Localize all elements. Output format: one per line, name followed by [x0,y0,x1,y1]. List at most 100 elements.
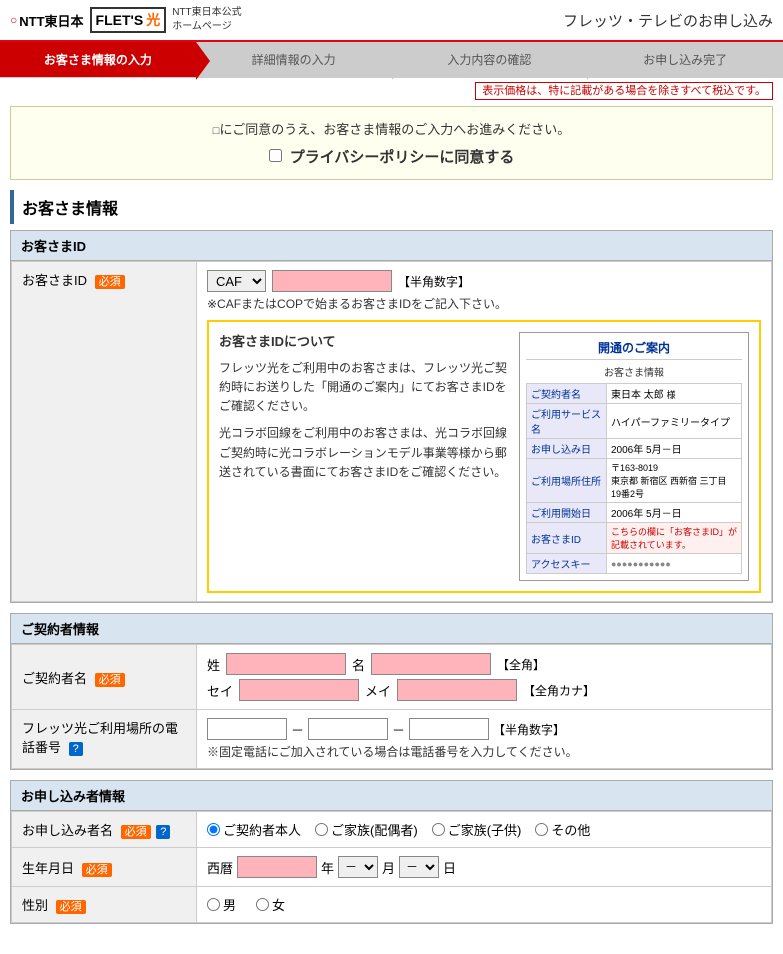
phone-label-cell: フレッツ光ご利用場所の電話番号 ? [12,710,197,769]
phone-hint: 【半角数字】 [493,721,565,738]
mei-input[interactable] [371,653,491,675]
phone-separator-1: － [291,720,304,739]
phone-help-badge[interactable]: ? [69,742,83,756]
mei-kana-label: メイ [365,681,391,700]
applicant-block: お申し込み者情報 お申し込み者名 必須 ? ご契約者本人 [10,780,773,924]
applicant-name-label-cell: お申し込み者名 必須 ? [12,812,197,848]
applicant-required-badge: 必須 [121,825,151,839]
sei-kana-label: セイ [207,681,233,700]
step-1: お客さま情報の入力 [0,42,196,77]
customer-id-info-box: お客さまIDについて フレッツ光をご利用中のお客さまは、フレッツ光ご契約時にお送… [207,320,761,593]
day-suffix: 日 [443,858,456,877]
radio-other[interactable]: その他 [535,820,590,839]
radio-contractor[interactable]: ご契約者本人 [207,820,301,839]
gender-radio-group: 男 女 [207,895,761,914]
customer-id-input-row: CAF COP 【半角数字】 [207,270,761,292]
step-2: 詳細情報の入力 [196,42,392,77]
card-subtitle: お客さま情報 [526,364,742,379]
steps-bar: お客さま情報の入力 詳細情報の入力 入力内容の確認 お申し込み完了 [0,42,783,78]
caf-note: ※CAFまたはCOPで始まるお客さまIDをご記入下さい。 [207,295,761,312]
customer-id-input[interactable] [272,270,392,292]
card-title: 開通のご案内 [526,339,742,360]
name-value-cell: 姓 名 【全角】 セイ メイ 【全角カナ】 [197,645,772,710]
applicant-help-badge[interactable]: ? [156,825,170,839]
customer-id-value-cell: CAF COP 【半角数字】 ※CAFまたはCOPで始まるお客さまIDをご記入下… [197,262,772,602]
half-kana-hint: 【半角数字】 [398,273,470,290]
gender-required-badge: 必須 [56,900,86,914]
flets-logo: FLET'S 光 [90,7,167,33]
applicant-table: お申し込み者名 必須 ? ご契約者本人 ご家族(配偶者) [11,811,772,923]
sei-label: 姓 [207,655,220,674]
page-title: フレッツ・テレビのお申し込み [563,10,773,31]
info-title: お客さまIDについて [219,332,509,353]
phone-input-row: － － 【半角数字】 [207,718,761,740]
mei-label: 名 [352,655,365,674]
step-arrow-2 [392,42,406,80]
year-input[interactable] [237,856,317,878]
sei-kana-mei-kana-row: セイ メイ 【全角カナ】 [207,679,761,701]
customer-id-table: お客さまID 必須 CAF COP 【半角数字】 ※CAFまたはCOPで始まるお… [11,261,772,602]
phone-input-3[interactable] [409,718,489,740]
applicant-section-header: お申し込み者情報 [11,781,772,811]
applicant-name-value-cell: ご契約者本人 ご家族(配偶者) ご家族(子供) その他 [197,812,772,848]
customer-id-section-header: お客さまID [11,231,772,261]
contractor-section-header: ご契約者情報 [11,614,772,644]
sei-mei-row: 姓 名 【全角】 [207,653,761,675]
info-card: 開通のご案内 お客さま情報 ご契約者名 東日本 太郎 様 ご利用サービス名 ハイ… [519,332,749,581]
day-select[interactable]: － 12345 678910 1112131415 1617181920 212… [399,856,439,878]
main-content: お客さま情報 お客さまID お客さまID 必須 CAF COP [0,190,783,954]
birth-label-cell: 生年月日 必須 [12,848,197,887]
header-logo-group: ○ NTT東日本 FLET'S 光 NTT東日本公式 ホームページ [10,6,242,34]
privacy-section: □にご同意のうえ、お客さま情報のご入力へお進みください。 プライバシーポリシーに… [10,106,773,180]
required-badge: 必須 [95,275,125,289]
step-3: 入力内容の確認 [392,42,588,77]
info-text-area: お客さまIDについて フレッツ光をご利用中のお客さまは、フレッツ光ご契約時にお送… [219,332,509,581]
privacy-text-line: □にご同意のうえ、お客さま情報のご入力へお進みください。 [27,119,756,138]
step-4: お申し込み完了 [587,42,783,77]
caf-prefix-select[interactable]: CAF COP [207,270,266,292]
phone-input-1[interactable] [207,718,287,740]
gender-label-cell: 性別 必須 [12,887,197,923]
applicant-radio-group: ご契約者本人 ご家族(配偶者) ご家族(子供) その他 [207,820,761,839]
year-suffix: 年 [321,858,334,877]
contractor-block: ご契約者情報 ご契約者名 必須 姓 名 【全角】 [10,613,773,770]
month-suffix: 月 [382,858,395,877]
customer-id-label-cell: お客さまID 必須 [12,262,197,602]
card-table: ご契約者名 東日本 太郎 様 ご利用サービス名 ハイパーファミリータイプ お申し… [526,383,742,574]
name-required-badge: 必須 [95,673,125,687]
sei-kana-input[interactable] [239,679,359,701]
radio-female[interactable]: 女 [256,895,285,914]
birth-input-row: 西暦 年 － 1234 5678 9101112 月 － 12345 [207,856,761,878]
customer-id-block: お客さまID お客さまID 必須 CAF COP 【半角数字】 [10,230,773,603]
radio-child[interactable]: ご家族(子供) [432,820,522,839]
gender-value-cell: 男 女 [197,887,772,923]
sei-input[interactable] [226,653,346,675]
site-name: NTT東日本公式 ホームページ [172,6,241,34]
customer-info-section-title: お客さま情報 [10,190,773,224]
info-para2: 光コラボ回線をご利用中のお客さまは、光コラボ回線ご契約時に光コラボレーションモデ… [219,424,509,482]
phone-note: ※固定電話にご加入されている場合は電話番号を入力してください。 [207,743,761,760]
price-notice-box: 表示価格は、特に記載がある場合を除きすべて税込です。 [475,82,773,100]
header: ○ NTT東日本 FLET'S 光 NTT東日本公式 ホームページ フレッツ・テ… [0,0,783,42]
step-arrow-3 [587,42,601,80]
mei-kana-input[interactable] [397,679,517,701]
price-notice-row: 表示価格は、特に記載がある場合を除きすべて税込です。 [0,78,783,102]
step-arrow-1 [196,42,210,80]
full-kana-hint: 【全角カナ】 [523,682,595,699]
contractor-table: ご契約者名 必須 姓 名 【全角】 セイ メイ [11,644,772,769]
phone-value-cell: － － 【半角数字】 ※固定電話にご加入されている場合は電話番号を入力してくださ… [197,710,772,769]
info-para1: フレッツ光をご利用中のお客さまは、フレッツ光ご契約時にお送りした「開通のご案内」… [219,359,509,417]
radio-spouse[interactable]: ご家族(配偶者) [315,820,418,839]
ntt-logo: ○ NTT東日本 [10,11,84,30]
birth-required-badge: 必須 [82,863,112,877]
name-label-cell: ご契約者名 必須 [12,645,197,710]
radio-male[interactable]: 男 [207,895,236,914]
privacy-checkbox[interactable] [269,149,282,162]
full-width-hint: 【全角】 [497,656,545,673]
phone-separator-2: － [392,720,405,739]
month-select[interactable]: － 1234 5678 9101112 [338,856,378,878]
privacy-checkbox-line[interactable]: プライバシーポリシーに同意する [27,146,756,167]
birth-value-cell: 西暦 年 － 1234 5678 9101112 月 － 12345 [197,848,772,887]
phone-input-2[interactable] [308,718,388,740]
era-label: 西暦 [207,858,233,877]
